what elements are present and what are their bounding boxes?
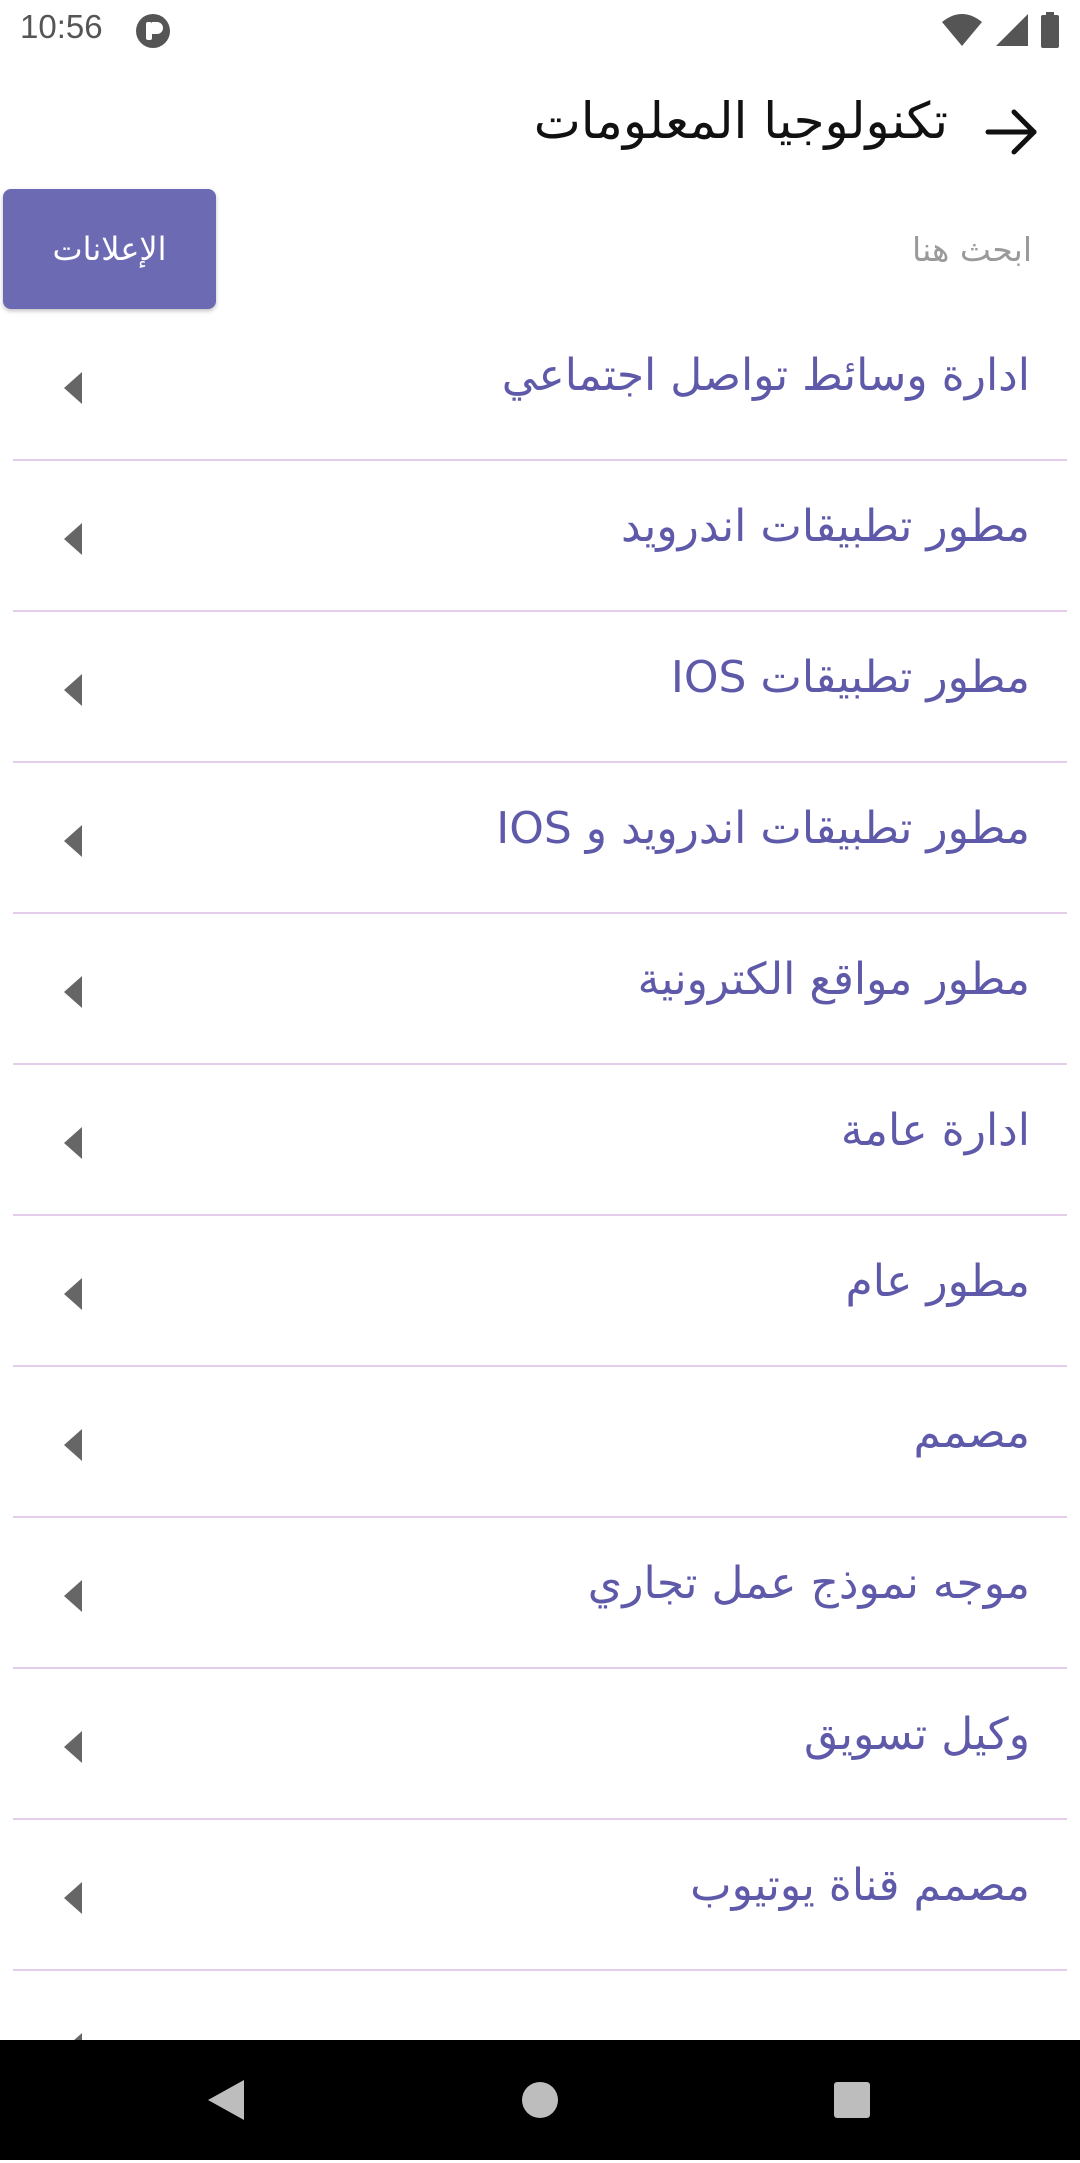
list-item-label: مطور تطبيقات IOS	[670, 652, 1030, 703]
list-item[interactable]: مطور تطبيقات اندرويد	[0, 461, 1080, 612]
list-item[interactable]: موجه نموذج عمل تجاري	[0, 1518, 1080, 1669]
status-bar: 10:56	[0, 0, 1080, 62]
wifi-icon	[940, 12, 984, 52]
list-item-label: مطور مواقع الكترونية	[637, 954, 1030, 1005]
list-item[interactable]: ادارة وسائط تواصل اجتماعي	[0, 310, 1080, 461]
status-time: 10:56	[20, 8, 103, 45]
list-item-label: مصمم	[913, 1407, 1030, 1458]
back-button[interactable]	[984, 104, 1040, 160]
caret-left-icon	[64, 1429, 82, 1461]
caret-left-icon	[64, 372, 82, 404]
caret-left-icon	[74, 2033, 82, 2040]
system-nav-bar	[0, 2040, 1080, 2160]
list-item-label: وكيل تسويق	[804, 1709, 1030, 1760]
page-title: تكنولوجيا المعلومات	[533, 92, 948, 150]
caret-left-icon	[64, 674, 82, 706]
caret-left-icon	[64, 523, 82, 555]
caret-left-icon	[64, 1731, 82, 1763]
caret-left-icon	[64, 1278, 82, 1310]
caret-left-icon	[64, 1127, 82, 1159]
caret-left-icon	[64, 825, 82, 857]
nav-back-button[interactable]	[166, 2040, 286, 2160]
list-item[interactable]: مطور عام	[0, 1216, 1080, 1367]
ads-button[interactable]: الإعلانات	[3, 189, 216, 309]
arrow-right-icon	[985, 109, 1037, 155]
list-item[interactable]: ادارة عامة	[0, 1065, 1080, 1216]
caret-left-icon	[64, 1882, 82, 1914]
list-item[interactable]	[0, 1971, 1080, 2040]
list-item[interactable]: مطور مواقع الكترونية	[0, 914, 1080, 1065]
list-item-label: ادارة عامة	[840, 1105, 1030, 1156]
category-list[interactable]: ادارة وسائط تواصل اجتماعي مطور تطبيقات ا…	[0, 310, 1080, 2040]
home-circle-icon	[522, 2082, 558, 2118]
caret-left-icon	[64, 976, 82, 1008]
battery-icon	[1040, 12, 1060, 52]
recents-square-icon	[834, 2082, 870, 2118]
list-item-label: موجه نموذج عمل تجاري	[587, 1558, 1030, 1609]
list-item[interactable]: مطور تطبيقات IOS	[0, 612, 1080, 763]
list-item[interactable]: مصمم	[0, 1367, 1080, 1518]
list-item-label: مطور تطبيقات اندرويد و IOS	[496, 803, 1030, 854]
search-input[interactable]	[250, 198, 1034, 300]
list-item-label: مطور عام	[845, 1256, 1030, 1307]
list-item[interactable]: وكيل تسويق	[0, 1669, 1080, 1820]
app-bar: تكنولوجيا المعلومات	[0, 62, 1080, 194]
list-item-label: مطور تطبيقات اندرويد	[621, 501, 1030, 552]
nav-recents-button[interactable]	[792, 2040, 912, 2160]
caret-left-icon	[64, 1580, 82, 1612]
list-item[interactable]: مصمم قناة يوتيوب	[0, 1820, 1080, 1971]
status-icons	[940, 12, 1060, 52]
back-triangle-icon	[208, 2080, 244, 2120]
list-item[interactable]: مطور تطبيقات اندرويد و IOS	[0, 763, 1080, 914]
notification-icon	[135, 13, 171, 49]
signal-icon	[994, 12, 1030, 52]
list-item-label: ادارة وسائط تواصل اجتماعي	[501, 350, 1030, 401]
list-item-label: مصمم قناة يوتيوب	[690, 1860, 1030, 1911]
nav-home-button[interactable]	[480, 2040, 600, 2160]
search-row: الإعلانات	[0, 188, 1080, 310]
